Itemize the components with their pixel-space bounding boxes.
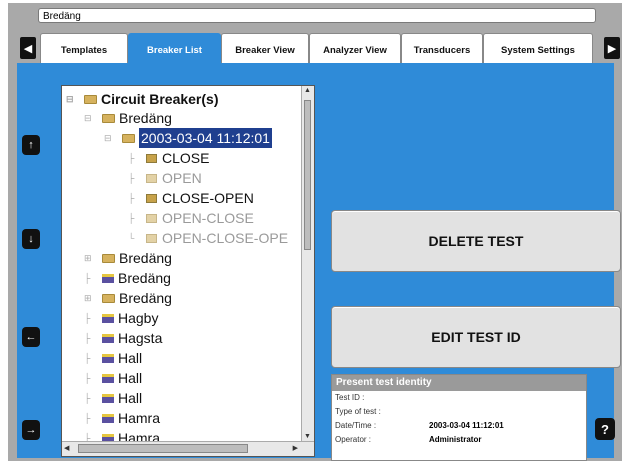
breaker-icon	[102, 313, 114, 323]
tree-node-selected[interactable]: ⊟ 2003-03-04 11:12:01	[104, 128, 272, 148]
tab-bar: Templates Breaker List Breaker View Anal…	[40, 33, 593, 63]
tab-system-settings[interactable]: System Settings	[483, 33, 593, 63]
tree-vertical-scrollbar[interactable]: ▲ ▼	[301, 86, 314, 441]
tree-expander-icon[interactable]: ⊟	[84, 108, 102, 128]
test-identity-panel: Present test identity Test ID : Type of …	[331, 374, 587, 461]
tree-node[interactable]: ├ Bredäng	[84, 268, 171, 288]
test-icon	[146, 173, 157, 183]
test-icon	[146, 213, 157, 223]
help-icon[interactable]: ?	[595, 418, 615, 440]
identity-row: Test ID :	[335, 393, 365, 402]
tree-node[interactable]: ├ Hamra	[84, 408, 160, 428]
scroll-right-icon[interactable]: ▶	[293, 444, 298, 452]
arrow-left-icon[interactable]: ←	[22, 327, 40, 347]
test-icon	[146, 153, 157, 163]
tree-node[interactable]: ├ Hall	[84, 388, 142, 408]
tree-node[interactable]: ⊟ Bredäng	[84, 108, 172, 128]
tab-analyzer-view[interactable]: Analyzer View	[309, 33, 401, 63]
tree-expander-icon[interactable]: ⊟	[104, 128, 122, 148]
identity-row: Date/Time : 2003-03-04 11:12:01	[335, 421, 504, 430]
tree-node[interactable]: ├ Hall	[84, 368, 142, 388]
scroll-thumb[interactable]	[304, 100, 311, 250]
delete-test-button[interactable]: DELETE TEST	[331, 210, 621, 272]
tree-node[interactable]: ⊞ Bredäng	[84, 288, 172, 308]
tree-node[interactable]: ├ OPEN	[128, 168, 202, 188]
tab-transducers[interactable]: Transducers	[401, 33, 483, 63]
folder-icon	[102, 293, 115, 303]
test-identity-header: Present test identity	[332, 375, 586, 391]
scroll-left-icon[interactable]: ◀	[64, 444, 69, 452]
tree-expander-icon[interactable]: ⊞	[84, 288, 102, 308]
tree-node[interactable]: ├ CLOSE	[128, 148, 209, 168]
breaker-icon	[102, 353, 114, 363]
scroll-thumb[interactable]	[78, 444, 248, 453]
edit-test-id-button[interactable]: EDIT TEST ID	[331, 306, 621, 368]
tab-scroll-left-icon[interactable]: ◀	[20, 37, 36, 59]
tree-horizontal-scrollbar[interactable]: ◀ ▶	[62, 441, 314, 456]
breaker-icon	[102, 373, 114, 383]
scroll-down-icon[interactable]: ▼	[304, 433, 311, 440]
identity-row: Operator : Administrator	[335, 435, 482, 444]
breaker-tree[interactable]: ⊟ Circuit Breaker(s) ⊟ Bredäng ⊟ 2003-03…	[61, 85, 315, 457]
tab-scroll-right-icon[interactable]: ▶	[604, 37, 620, 59]
tree-expander-icon[interactable]: ⊟	[66, 89, 84, 109]
breaker-icon	[102, 273, 114, 283]
tree-node[interactable]: ├ CLOSE-OPEN	[128, 188, 254, 208]
breaker-icon	[102, 413, 114, 423]
arrow-right-icon[interactable]: →	[22, 420, 40, 440]
tree-node[interactable]: └ OPEN-CLOSE-OPE	[128, 228, 288, 248]
scroll-up-icon[interactable]: ▲	[304, 87, 311, 94]
breaker-icon	[102, 393, 114, 403]
arrow-up-icon[interactable]: ↑	[22, 135, 40, 155]
tree-node[interactable]: ├ Hagby	[84, 308, 158, 328]
tree-node[interactable]: ├ Hall	[84, 348, 142, 368]
folder-icon	[102, 113, 115, 123]
identity-row: Type of test :	[335, 407, 381, 416]
tree-node[interactable]: ├ OPEN-CLOSE	[128, 208, 254, 228]
tab-breaker-view[interactable]: Breaker View	[221, 33, 309, 63]
breaker-icon	[102, 333, 114, 343]
tab-breaker-list[interactable]: Breaker List	[128, 33, 221, 63]
tree-node[interactable]: ├ Hagsta	[84, 328, 162, 348]
breaker-name-field[interactable]: Bredäng	[38, 8, 596, 23]
test-icon	[146, 193, 157, 203]
tree-root[interactable]: ⊟ Circuit Breaker(s)	[66, 89, 219, 109]
folder-icon	[84, 94, 97, 104]
tab-templates[interactable]: Templates	[40, 33, 128, 63]
folder-icon	[102, 253, 115, 263]
test-icon	[146, 233, 157, 243]
folder-icon	[122, 133, 135, 143]
tree-expander-icon[interactable]: ⊞	[84, 248, 102, 268]
tree-node[interactable]: ⊞ Bredäng	[84, 248, 172, 268]
arrow-down-icon[interactable]: ↓	[22, 229, 40, 249]
